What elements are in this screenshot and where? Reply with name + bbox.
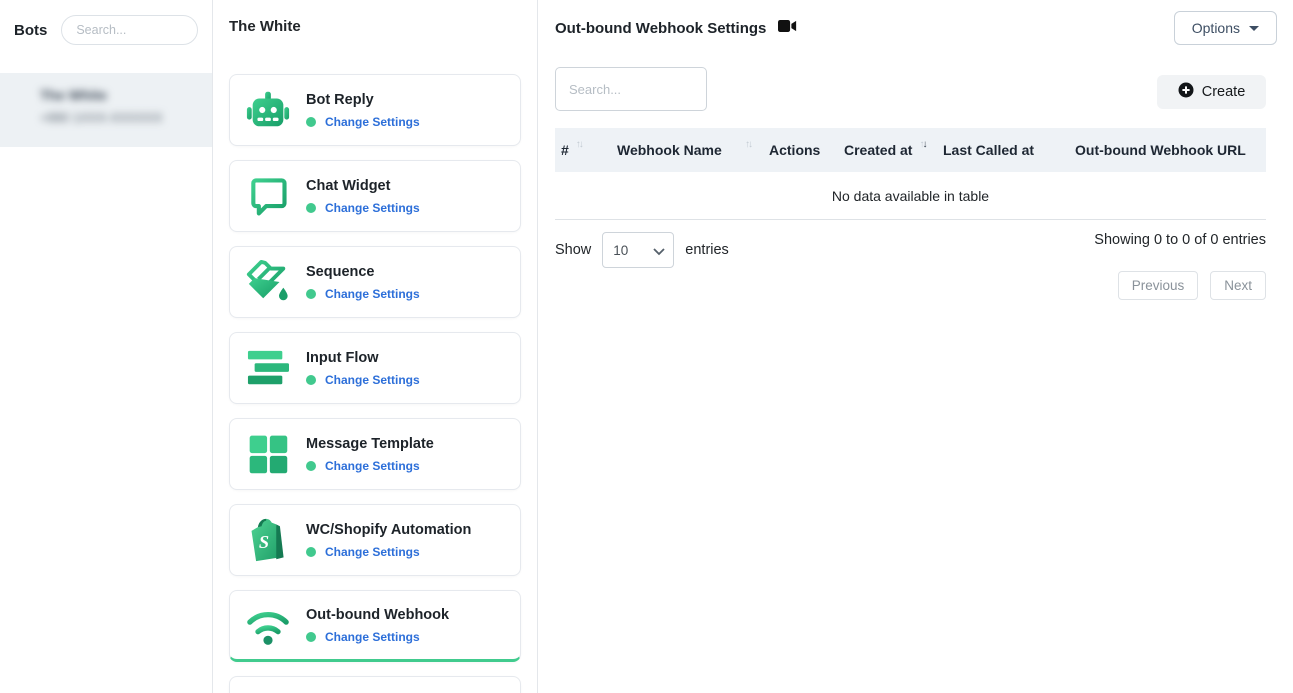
change-settings-link[interactable]: Change Settings bbox=[325, 545, 420, 559]
column-header-outbound-url: Out-bound Webhook URL bbox=[1065, 142, 1266, 158]
column-header-created-at[interactable]: Created at ↑↓ bbox=[838, 142, 933, 158]
sort-icon-active[interactable]: ↑↓ bbox=[919, 140, 925, 150]
change-settings-link[interactable]: Change Settings bbox=[325, 630, 420, 644]
column-header-number[interactable]: # ↑↓ bbox=[555, 142, 611, 158]
pagination: Previous Next bbox=[1118, 271, 1266, 300]
feature-card-bot-reply[interactable]: Bot Reply Change Settings bbox=[229, 74, 521, 146]
options-button[interactable]: Options bbox=[1174, 11, 1277, 45]
column-header-actions: Actions bbox=[763, 142, 838, 158]
entries-label: entries bbox=[685, 242, 729, 258]
card-title: Out-bound Webhook bbox=[306, 607, 449, 623]
bars-icon bbox=[244, 344, 292, 392]
next-page-button[interactable]: Next bbox=[1210, 271, 1266, 300]
sidebar-header: Bots bbox=[0, 0, 212, 57]
webhook-search-input[interactable] bbox=[555, 67, 707, 111]
paint-bucket-icon bbox=[244, 258, 292, 306]
feature-card-wc-shopify[interactable]: S WC/Shopify Automation Change Settings bbox=[229, 504, 521, 576]
column-header-last-called-at: Last Called at bbox=[933, 142, 1065, 158]
create-button-label: Create bbox=[1202, 84, 1246, 100]
bots-search-input[interactable] bbox=[61, 15, 198, 45]
svg-text:S: S bbox=[259, 532, 269, 552]
bot-phone-redacted: +880 1XXX-XXXXXX bbox=[40, 110, 212, 125]
sidebar-title: Bots bbox=[14, 22, 47, 39]
create-button[interactable]: Create bbox=[1157, 75, 1266, 109]
table-header-row: # ↑↓ Webhook Name ↑↓ Actions Created at … bbox=[555, 128, 1266, 172]
feature-card-sequence[interactable]: Sequence Change Settings bbox=[229, 246, 521, 318]
status-dot-icon bbox=[306, 117, 316, 127]
bot-list-item-selected[interactable]: The White +880 1XXX-XXXXXX bbox=[0, 73, 212, 147]
webhooks-table: # ↑↓ Webhook Name ↑↓ Actions Created at … bbox=[555, 128, 1266, 220]
plus-circle-icon bbox=[1178, 82, 1194, 102]
status-dot-icon bbox=[306, 375, 316, 385]
status-dot-icon bbox=[306, 461, 316, 471]
feature-card-list: Bot Reply Change Settings bbox=[229, 74, 521, 693]
page-title: Out-bound Webhook Settings bbox=[555, 20, 766, 37]
table-empty-message: No data available in table bbox=[555, 172, 1266, 220]
shopify-bag-icon: S bbox=[244, 516, 292, 564]
grid-icon bbox=[244, 430, 292, 478]
webhook-settings-panel: Out-bound Webhook Settings Options bbox=[538, 0, 1293, 693]
page-size-select[interactable]: 10 bbox=[602, 232, 674, 268]
card-title: Input Flow bbox=[306, 350, 420, 366]
bot-panel-heading: The White bbox=[229, 18, 301, 35]
card-title: Bot Reply bbox=[306, 92, 420, 108]
status-dot-icon bbox=[306, 289, 316, 299]
status-dot-icon bbox=[306, 203, 316, 213]
sort-icon[interactable]: ↑↓ bbox=[576, 140, 582, 150]
previous-page-button[interactable]: Previous bbox=[1118, 271, 1199, 300]
status-dot-icon bbox=[306, 547, 316, 557]
video-camera-icon bbox=[778, 19, 797, 38]
bots-sidebar: Bots The White +880 1XXX-XXXXXX bbox=[0, 0, 213, 693]
chevron-down-icon bbox=[1249, 26, 1259, 31]
page-size-bar: Show 10 entries bbox=[555, 232, 729, 268]
sort-icon[interactable]: ↑↓ bbox=[745, 140, 751, 150]
card-title: WC/Shopify Automation bbox=[306, 522, 471, 538]
bot-feature-panel: The White bbox=[213, 0, 538, 693]
status-dot-icon bbox=[306, 632, 316, 642]
change-settings-link[interactable]: Change Settings bbox=[325, 115, 420, 129]
robot-icon bbox=[244, 86, 292, 134]
change-settings-link[interactable]: Change Settings bbox=[325, 459, 420, 473]
wifi-icon bbox=[244, 601, 292, 649]
feature-card-input-flow[interactable]: Input Flow Change Settings bbox=[229, 332, 521, 404]
entries-summary: Showing 0 to 0 of 0 entries bbox=[1094, 232, 1266, 248]
change-settings-link[interactable]: Change Settings bbox=[325, 201, 420, 215]
feature-card-outbound-webhook[interactable]: Out-bound Webhook Change Settings bbox=[229, 590, 521, 662]
app-root: Bots The White +880 1XXX-XXXXXX The Whit… bbox=[0, 0, 1293, 693]
card-title: Message Template bbox=[306, 436, 434, 452]
options-button-label: Options bbox=[1192, 20, 1240, 36]
feature-card-message-template[interactable]: Message Template Change Settings bbox=[229, 418, 521, 490]
feature-card-partial[interactable] bbox=[229, 676, 521, 693]
show-label: Show bbox=[555, 242, 591, 258]
card-title: Sequence bbox=[306, 264, 420, 280]
feature-card-chat-widget[interactable]: Chat Widget Change Settings bbox=[229, 160, 521, 232]
column-header-webhook-name[interactable]: Webhook Name ↑↓ bbox=[611, 142, 763, 158]
chat-bubble-icon bbox=[244, 172, 292, 220]
bot-name-redacted: The White bbox=[40, 87, 212, 103]
change-settings-link[interactable]: Change Settings bbox=[325, 287, 420, 301]
card-title: Chat Widget bbox=[306, 178, 420, 194]
change-settings-link[interactable]: Change Settings bbox=[325, 373, 420, 387]
